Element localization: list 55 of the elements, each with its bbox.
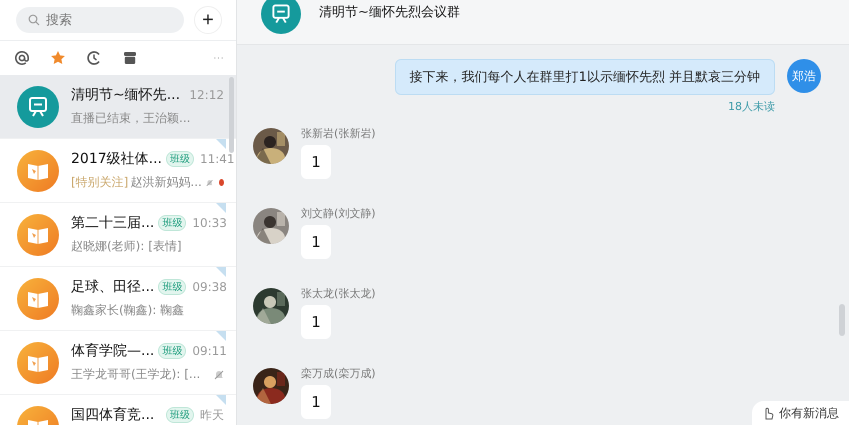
- message-preview: 直播已结束，王治颖...: [71, 110, 190, 127]
- class-tag: 班级: [158, 279, 186, 295]
- new-message-button[interactable]: 你有新消息: [752, 401, 849, 425]
- search-icon: [28, 14, 40, 26]
- sender-name: 张太龙(张太龙): [301, 286, 376, 301]
- scrollbar[interactable]: [839, 304, 845, 336]
- conversation-item[interactable]: 2017级社体... 班级 11:41 [特别关注] 赵洪新妈妈...: [0, 139, 236, 203]
- star-tab-icon[interactable]: [50, 50, 66, 66]
- conversation-time: 09:38: [192, 280, 227, 294]
- scrollbar[interactable]: [229, 77, 234, 153]
- conversation-item[interactable]: 体育学院—... 班级 09:11 王学龙哥哥(王学龙): [...: [0, 331, 236, 395]
- add-button[interactable]: +: [194, 6, 222, 34]
- conversation-name: 足球、田径...: [71, 278, 154, 296]
- book-avatar-icon: [17, 342, 59, 384]
- book-avatar-icon: [17, 150, 59, 192]
- conversation-name: 清明节~缅怀先...: [71, 86, 180, 104]
- message-bubble: 1: [301, 385, 331, 419]
- conversation-time: 11:41: [200, 152, 235, 166]
- conversation-time: 10:33: [192, 216, 227, 230]
- conversation-item[interactable]: 足球、田径... 班级 09:38 鞠鑫家长(鞠鑫): 鞠鑫: [0, 267, 236, 331]
- presentation-avatar-icon: [17, 86, 59, 128]
- conversation-item[interactable]: 国四体育竞... 班级 昨天: [0, 395, 236, 425]
- chat-title: 清明节~缅怀先烈会议群: [319, 4, 460, 21]
- conversation-name: 体育学院—...: [71, 342, 154, 360]
- user-avatar: 郑浩: [787, 59, 821, 93]
- conversation-time: 昨天: [200, 406, 224, 424]
- sender-name: 刘文静(刘文静): [301, 206, 376, 221]
- conversation-name: 2017级社体...: [71, 150, 162, 168]
- conversation-name: 第二十三届...: [71, 214, 154, 232]
- class-tag: 班级: [166, 151, 194, 167]
- message-bubble: 1: [301, 145, 331, 179]
- message-preview: 王学龙哥哥(王学龙): [...: [71, 366, 200, 383]
- search-field[interactable]: 搜索: [16, 7, 184, 33]
- message-preview: 赵洪新妈妈...: [130, 174, 202, 191]
- class-tag: 班级: [158, 215, 186, 231]
- archive-tab-icon[interactable]: [122, 50, 138, 66]
- sender-name: 张新岩(张新岩): [301, 126, 376, 141]
- mention-tab-icon[interactable]: [14, 50, 30, 66]
- message-bubble: 接下来，我们每个人在群里打1以示缅怀先烈 并且默哀三分钟: [394, 59, 775, 95]
- book-avatar-icon: [17, 214, 59, 256]
- clock-tab-icon[interactable]: [86, 50, 102, 66]
- class-tag: 班级: [166, 407, 194, 423]
- message-bubble: 1: [301, 305, 331, 339]
- conversation-item[interactable]: 第二十三届... 班级 10:33 赵晓娜(老师): [表情]: [0, 203, 236, 267]
- class-tag: 班级: [158, 343, 186, 359]
- conversation-name: 国四体育竞...: [71, 406, 154, 424]
- book-avatar-icon: [17, 278, 59, 320]
- message-bubble: 1: [301, 225, 331, 259]
- special-follow-label: [特别关注]: [71, 174, 128, 191]
- conversation-time: 12:12: [189, 88, 224, 102]
- sender-name: 栾万成(栾万成): [301, 366, 376, 381]
- message-preview: 赵晓娜(老师): [表情]: [71, 238, 182, 255]
- message-preview: 鞠鑫家长(鞠鑫): 鞠鑫: [71, 302, 184, 319]
- conversation-time: 09:11: [192, 344, 227, 358]
- conversation-item[interactable]: 清明节~缅怀先... 12:12 直播已结束，王治颖...: [0, 75, 236, 139]
